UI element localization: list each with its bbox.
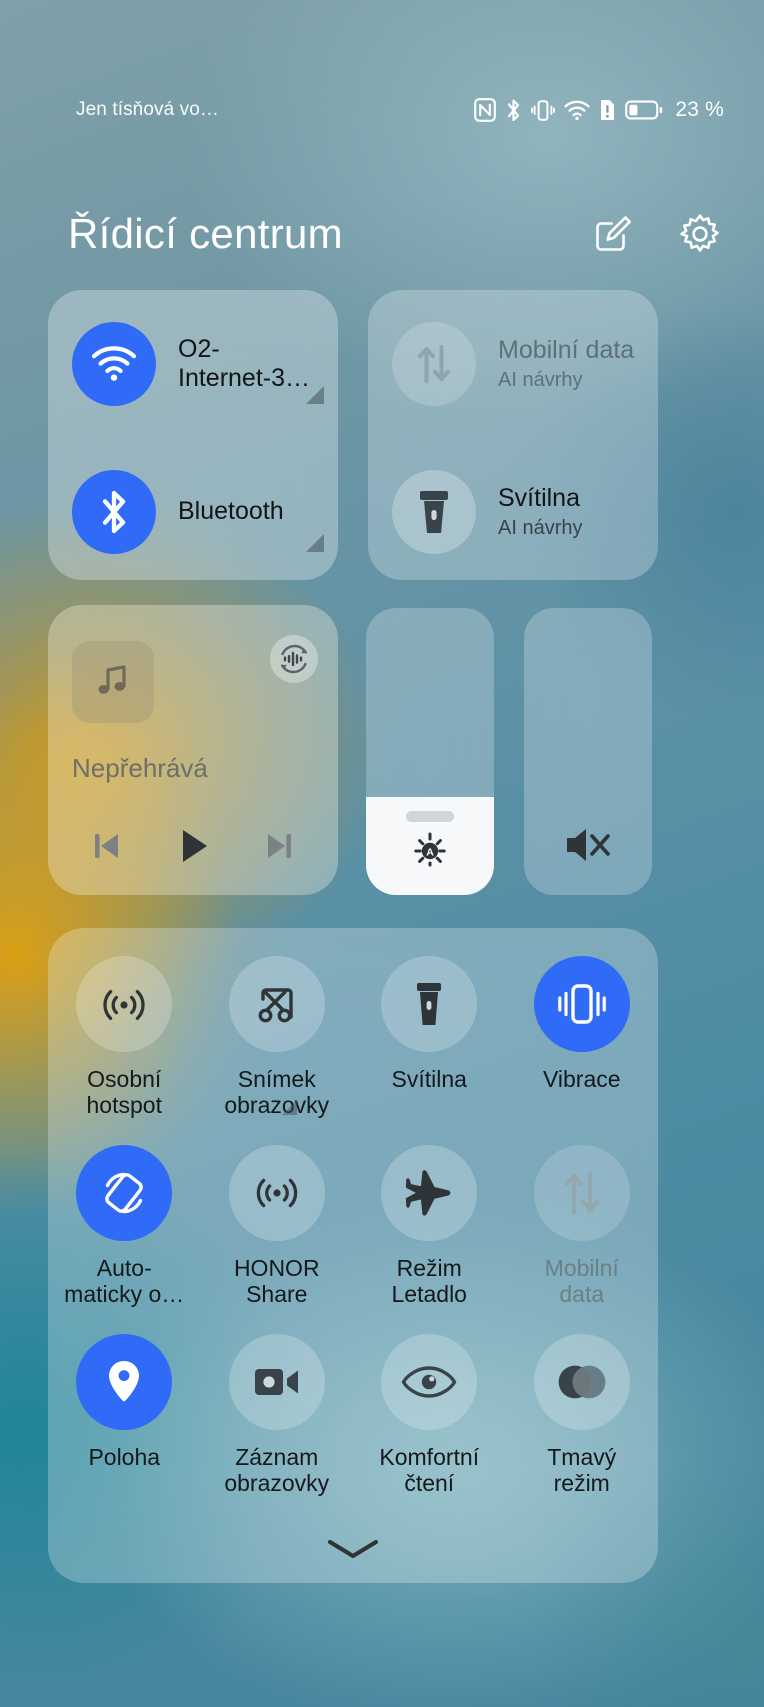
toggle-label: Mobilní data: [544, 1254, 619, 1308]
honor-share-icon[interactable]: [228, 1144, 325, 1241]
brightness-slider-handle[interactable]: [406, 811, 454, 823]
nfc-icon: [474, 98, 497, 122]
media-status-label: Nepřehrává: [72, 753, 208, 783]
mobile-data-icon[interactable]: [392, 322, 476, 406]
battery-icon: [625, 99, 663, 121]
flashlight-label: Svítilna: [498, 484, 580, 513]
toggle-label: Osobní hotspot: [86, 1066, 162, 1119]
bluetooth-expand-corner[interactable]: [306, 534, 324, 552]
toggle-poloha[interactable]: Poloha: [48, 1333, 201, 1497]
toggle-label: Komfortní čtení: [379, 1443, 480, 1497]
toggle-label: Záznam obrazovky: [224, 1443, 330, 1497]
audio-cast-icon[interactable]: [270, 635, 318, 683]
mobile-data-toggle-row[interactable]: Mobilní data AI návrhy: [392, 310, 646, 418]
dark-mode-icon[interactable]: [533, 1333, 630, 1430]
music-note-icon: [94, 661, 132, 704]
brightness-slider-fill: A: [366, 797, 494, 895]
connectivity-card: O2- Internet-3… Bluetooth: [48, 290, 338, 580]
skip-next-icon[interactable]: [258, 826, 298, 866]
bluetooth-label: Bluetooth: [178, 497, 284, 526]
flashlight-icon[interactable]: [392, 470, 476, 554]
flashlight-sublabel: AI návrhy: [498, 516, 583, 539]
toggle-vibrace[interactable]: Vibrace: [506, 956, 659, 1119]
toggle-label: Poloha: [88, 1443, 161, 1470]
edit-square-icon[interactable]: [592, 213, 634, 255]
quick-toggles-panel: Osobní hotspot Snímek obrazovky Svítilna…: [48, 928, 658, 1583]
toggle-snimek-obrazovky[interactable]: Snímek obrazovky: [201, 956, 354, 1119]
data-flashlight-card: Mobilní data AI návrhy Svítilna AI návrh…: [368, 290, 658, 580]
flashlight-toggle-row[interactable]: Svítilna AI návrhy: [392, 458, 646, 566]
mobile-data-label: Mobilní data: [498, 336, 635, 365]
sim-alert-icon: [599, 98, 616, 122]
brightness-slider[interactable]: A: [366, 608, 494, 895]
airplane-icon[interactable]: [381, 1144, 478, 1241]
eye-comfort-icon[interactable]: [381, 1333, 478, 1430]
toggle-automaticky-otacet[interactable]: Auto- maticky o…: [48, 1144, 201, 1308]
toggle-label: Svítilna: [391, 1066, 467, 1092]
status-bar: Jen tísňová vo… 23 %: [0, 92, 764, 128]
bluetooth-icon: [505, 98, 522, 123]
wifi-toggle-row[interactable]: O2- Internet-3…: [72, 310, 326, 418]
toggle-label: Tmavý režim: [547, 1443, 617, 1497]
mobile-data-icon[interactable]: [533, 1144, 630, 1241]
hotspot-icon[interactable]: [76, 956, 173, 1052]
wifi-expand-corner[interactable]: [306, 386, 324, 404]
mobile-data-sublabel: AI návrhy: [498, 368, 583, 391]
toggle-label: HONOR Share: [233, 1254, 320, 1308]
toggle-osobni-hotspot[interactable]: Osobní hotspot: [48, 956, 201, 1119]
vibrate-icon[interactable]: [533, 956, 630, 1052]
wifi-network-label: O2- Internet-3…: [178, 334, 311, 393]
auto-brightness-icon[interactable]: A: [407, 826, 453, 877]
toggle-tmavy-rezim[interactable]: Tmavý režim: [506, 1333, 659, 1497]
toggle-mobilni-data[interactable]: Mobilní data: [506, 1144, 659, 1308]
volume-mute-icon: [562, 822, 614, 873]
screenshot-expand-corner[interactable]: [282, 1099, 297, 1115]
toggle-komfortni-cteni[interactable]: Komfortní čtení: [353, 1333, 506, 1497]
status-icons: 23 %: [474, 98, 724, 123]
location-pin-icon[interactable]: [76, 1333, 173, 1430]
toggle-honor-share[interactable]: HONOR Share: [201, 1144, 354, 1308]
control-center-screen: Jen tísňová vo… 23 % Řídicí centrum O2- …: [0, 0, 764, 1707]
quick-toggles-grid: Osobní hotspot Snímek obrazovky Svítilna…: [48, 956, 658, 1497]
play-icon[interactable]: [171, 824, 215, 868]
page-header: Řídicí centrum: [0, 198, 764, 270]
media-player-card[interactable]: Nepřehrává: [48, 605, 338, 895]
media-controls: [48, 813, 338, 879]
chevron-down-icon[interactable]: [324, 1536, 382, 1567]
bluetooth-toggle-row[interactable]: Bluetooth: [72, 458, 326, 566]
auto-rotate-icon[interactable]: [76, 1144, 173, 1241]
svg-text:A: A: [426, 846, 434, 858]
toggle-label: Snímek obrazovky: [224, 1066, 330, 1119]
toggle-label: Vibrace: [542, 1066, 621, 1092]
bluetooth-icon[interactable]: [72, 470, 156, 554]
toggle-rezim-letadlo[interactable]: Režim Letadlo: [353, 1144, 506, 1308]
toggle-label: Režim Letadlo: [391, 1254, 467, 1308]
flashlight-icon[interactable]: [381, 956, 478, 1052]
toggle-svitilna[interactable]: Svítilna: [353, 956, 506, 1119]
battery-percent-label: 23 %: [675, 98, 724, 121]
toggle-label: Auto- maticky o…: [64, 1254, 185, 1308]
toggle-zaznam-obrazovky[interactable]: Záznam obrazovky: [201, 1333, 354, 1497]
page-title: Řídicí centrum: [68, 210, 343, 257]
skip-previous-icon[interactable]: [88, 826, 128, 866]
vibrate-icon: [531, 98, 556, 123]
album-art-placeholder: [72, 641, 154, 723]
carrier-label: Jen tísňová vo…: [76, 99, 220, 120]
mute-button[interactable]: [524, 608, 652, 895]
screen-record-icon[interactable]: [228, 1333, 325, 1430]
wifi-icon[interactable]: [72, 322, 156, 406]
gear-icon[interactable]: [678, 212, 722, 256]
screenshot-scissors-icon[interactable]: [228, 956, 325, 1052]
wifi-icon: [564, 99, 590, 121]
